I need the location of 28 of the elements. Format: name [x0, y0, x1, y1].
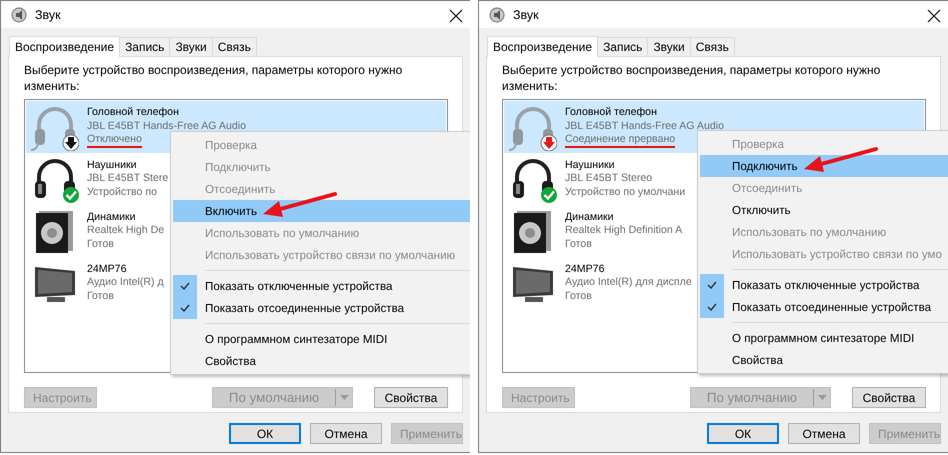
device-status: Готов [87, 290, 115, 304]
device-name: 24MP76 [565, 262, 606, 276]
window-title: Звук [35, 8, 61, 22]
instruction-text: Выберите устройство воспроизведения, параметры которого нужно изменить: [24, 62, 404, 94]
device-name: Динамики [565, 210, 615, 224]
device-name: Наушники [565, 158, 616, 172]
device-driver: Realtek High Definition A [565, 224, 682, 238]
device-name: Наушники [87, 158, 138, 172]
device-driver: JBL E45BT Hands-Free AG Audio [565, 120, 724, 133]
device-driver: Аудио Intel(R) д [87, 276, 164, 290]
device-status: Готов [565, 290, 593, 304]
device-status: Готов [565, 238, 593, 252]
window-title: Звук [513, 8, 539, 22]
device-driver: JBL E45BT Stereo [565, 172, 654, 186]
device-driver: JBL E45BT Hands-Free AG Audio [87, 120, 246, 133]
device-status: Устройство по [87, 186, 158, 200]
device-name: Головной телефон [87, 106, 180, 120]
device-name: Головной телефон [565, 106, 658, 120]
device-driver: Realtek High De [87, 224, 164, 238]
device-status: Готов [87, 238, 115, 252]
device-name: Динамики [87, 210, 137, 224]
device-driver: Аудио Intel(R) для диспле [565, 276, 692, 290]
instruction-text: Выберите устройство воспроизведения, параметры которого нужно изменить: [502, 62, 882, 94]
device-status: Соединение прервано [565, 133, 676, 148]
device-status: Устройство по умолчани [565, 186, 686, 200]
device-driver: JBL E45BT Stere [87, 172, 168, 186]
device-name: 24MP76 [87, 262, 128, 276]
device-status: Отключено [87, 133, 142, 148]
